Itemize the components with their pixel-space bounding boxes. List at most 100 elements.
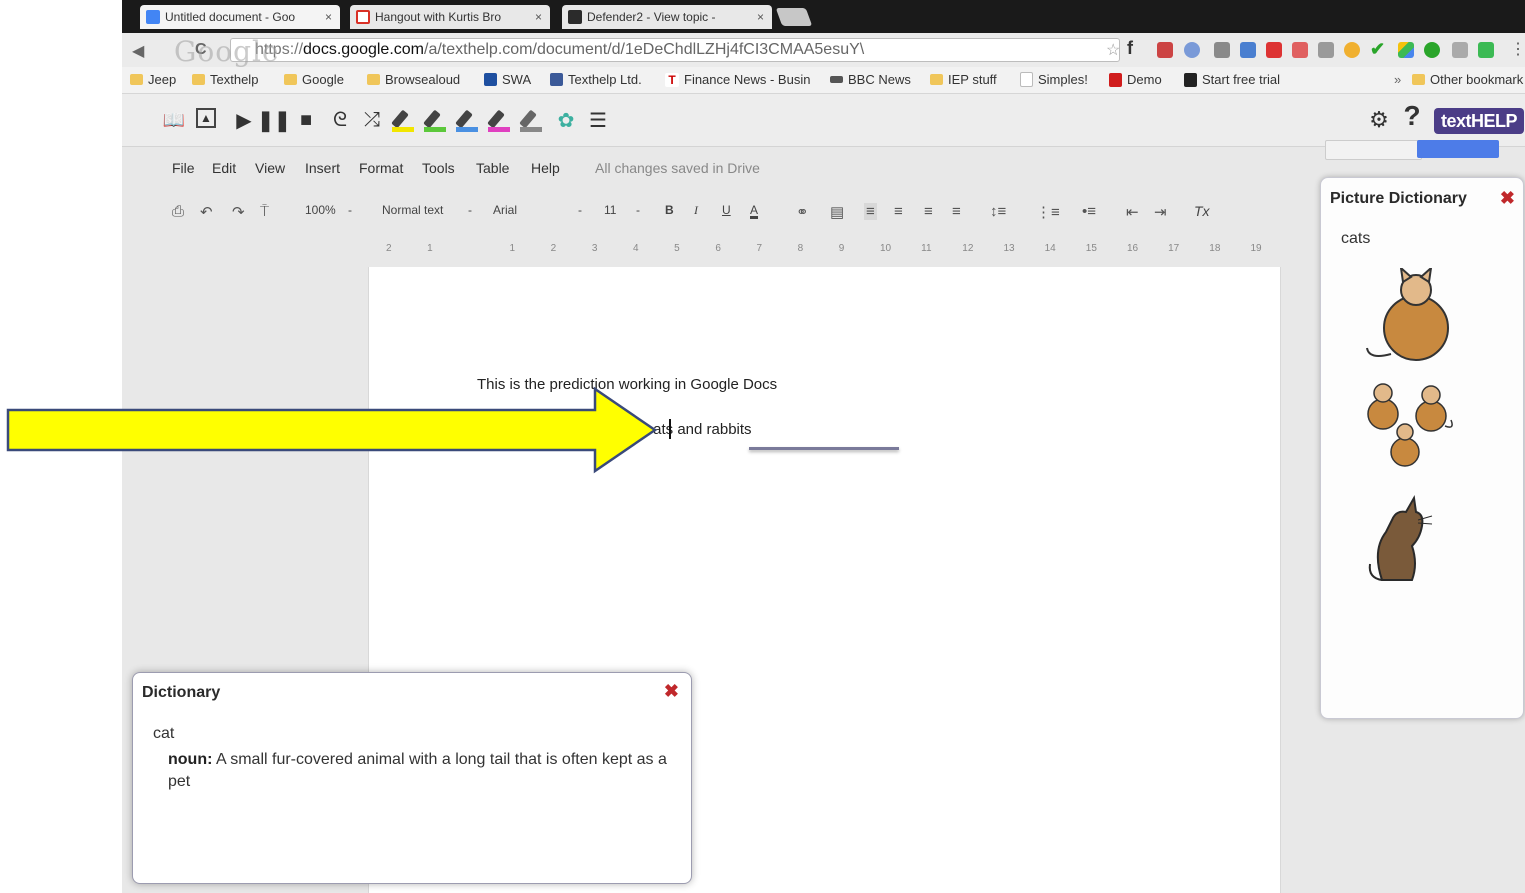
- menu-file[interactable]: File: [172, 160, 195, 176]
- menu-table[interactable]: Table: [476, 160, 509, 176]
- bookmark-demo[interactable]: Demo: [1109, 72, 1162, 87]
- single-cat-picture[interactable]: [1361, 268, 1471, 363]
- ruler[interactable]: 2 1 1 2 3 4 5 6 7 8 9 10 11 12 13 14 15 16 17 18 19: [368, 238, 1280, 260]
- highlighter-blue-icon[interactable]: [455, 108, 480, 132]
- tab-hangout[interactable]: Hangout with Kurtis Bro ×: [350, 5, 550, 29]
- extension-icon[interactable]: [1157, 42, 1173, 58]
- font-size-select[interactable]: 11: [604, 203, 616, 217]
- redo-icon[interactable]: ↷: [232, 203, 245, 221]
- translate-icon[interactable]: ⤮: [360, 108, 384, 132]
- bookmark-browsealoud[interactable]: Browsealoud: [367, 72, 460, 87]
- print-icon[interactable]: ⎙: [172, 203, 184, 220]
- back-icon[interactable]: ◀: [132, 41, 144, 61]
- comments-button[interactable]: [1325, 140, 1422, 160]
- bookmark-texthelp-ltd[interactable]: Texthelp Ltd.: [550, 72, 642, 87]
- extension-icon[interactable]: [1452, 42, 1468, 58]
- reload-icon[interactable]: C: [195, 41, 207, 59]
- list-icon[interactable]: ☰: [586, 108, 610, 132]
- extension-icon[interactable]: [1240, 42, 1256, 58]
- bookmark-iep-stuff[interactable]: IEP stuff: [930, 72, 997, 87]
- gmail-ext-icon[interactable]: [1266, 42, 1282, 58]
- share-button[interactable]: [1417, 140, 1499, 158]
- menu-edit[interactable]: Edit: [212, 160, 236, 176]
- comment-icon[interactable]: ▤: [830, 203, 844, 221]
- star-icon[interactable]: ☆: [1106, 40, 1120, 60]
- paint-format-icon[interactable]: ⍑: [260, 203, 269, 220]
- bookmark-start-free-trial[interactable]: Start free trial: [1184, 72, 1280, 87]
- tab-close-icon[interactable]: ×: [535, 10, 542, 24]
- align-center-icon[interactable]: ≡: [894, 203, 903, 220]
- help-icon[interactable]: ?: [1400, 100, 1424, 131]
- menu-view[interactable]: View: [255, 160, 285, 176]
- menu-icon[interactable]: ⋮: [1510, 39, 1525, 59]
- text-color-button[interactable]: A: [750, 203, 758, 217]
- link-icon[interactable]: ⚭: [796, 203, 809, 221]
- zoom-dropdown-icon[interactable]: -: [348, 203, 352, 217]
- gplus-ext-icon[interactable]: [1292, 42, 1308, 58]
- bookmark-finance-news[interactable]: T Finance News - Busin: [665, 72, 810, 87]
- tab-close-icon[interactable]: ×: [757, 10, 764, 24]
- bookmarks-overflow-button[interactable]: »: [1394, 72, 1401, 87]
- stop-icon[interactable]: ■: [294, 108, 318, 132]
- font-select[interactable]: Arial: [493, 203, 517, 217]
- increase-indent-icon[interactable]: ⇥: [1154, 203, 1167, 221]
- dictionary-icon[interactable]: 📖: [162, 108, 186, 132]
- font-size-dropdown-icon[interactable]: -: [636, 203, 640, 217]
- highlighter-pink-icon[interactable]: [487, 108, 512, 132]
- bookmark-google[interactable]: Google: [284, 72, 344, 87]
- pause-icon[interactable]: ❚❚: [257, 108, 291, 132]
- bookmark-bbc-news[interactable]: BBC News: [830, 72, 911, 87]
- facebook-ext-icon[interactable]: f: [1127, 38, 1133, 59]
- gear-icon[interactable]: ⚙: [1367, 107, 1391, 132]
- tab-close-icon[interactable]: ×: [325, 10, 332, 24]
- font-dropdown-icon[interactable]: -: [578, 203, 582, 217]
- drive-ext-icon[interactable]: [1398, 42, 1414, 58]
- collect-highlights-icon[interactable]: ✿: [554, 108, 578, 132]
- menu-tools[interactable]: Tools: [422, 160, 455, 176]
- bookmark-simples[interactable]: Simples!: [1020, 72, 1088, 87]
- numbered-list-icon[interactable]: ⋮≡: [1036, 203, 1060, 221]
- style-dropdown-icon[interactable]: -: [468, 203, 472, 217]
- menu-help[interactable]: Help: [531, 160, 560, 176]
- line-spacing-icon[interactable]: ↕≡: [990, 203, 1006, 220]
- tab-docs[interactable]: Untitled document - Goo ×: [140, 5, 340, 29]
- multiple-cats-picture[interactable]: [1359, 378, 1459, 470]
- underline-button[interactable]: U: [722, 203, 731, 217]
- url-input[interactable]: https://docs.google.com/a/texthelp.com/d…: [230, 38, 1120, 62]
- align-justify-icon[interactable]: ≡: [952, 203, 961, 220]
- bookmark-other[interactable]: Other bookmark: [1412, 72, 1523, 87]
- eraser-icon[interactable]: [519, 108, 544, 132]
- extension-icon[interactable]: [1424, 42, 1440, 58]
- decrease-indent-icon[interactable]: ⇤: [1126, 203, 1139, 221]
- extension-icon[interactable]: [1344, 42, 1360, 58]
- extension-icon[interactable]: [1184, 42, 1200, 58]
- bold-button[interactable]: B: [665, 203, 674, 217]
- italic-button[interactable]: I: [694, 203, 698, 218]
- bulleted-list-icon[interactable]: •≡: [1082, 203, 1096, 220]
- highlighter-yellow-icon[interactable]: [391, 108, 416, 132]
- menu-format[interactable]: Format: [359, 160, 403, 176]
- close-icon[interactable]: ✖: [1500, 188, 1515, 209]
- extension-icon[interactable]: [1214, 42, 1230, 58]
- tab-defender[interactable]: Defender2 - View topic - ×: [562, 5, 772, 29]
- bookmark-jeep[interactable]: Jeep: [130, 72, 176, 87]
- align-right-icon[interactable]: ≡: [924, 203, 933, 220]
- zoom-select[interactable]: 100%: [305, 203, 336, 217]
- extension-icon[interactable]: [1478, 42, 1494, 58]
- speech-icon[interactable]: ᘓ: [328, 108, 352, 132]
- highlighter-green-icon[interactable]: [423, 108, 448, 132]
- new-tab-button[interactable]: [775, 8, 813, 26]
- clear-formatting-icon[interactable]: Tx: [1194, 203, 1210, 219]
- sitting-cat-picture[interactable]: [1366, 490, 1436, 582]
- bookmark-texthelp[interactable]: Texthelp: [192, 72, 258, 87]
- style-select[interactable]: Normal text: [382, 203, 443, 217]
- bookmark-swa[interactable]: SWA: [484, 72, 531, 87]
- close-icon[interactable]: ✖: [664, 681, 679, 702]
- undo-icon[interactable]: ↶: [200, 203, 213, 221]
- menu-insert[interactable]: Insert: [305, 160, 340, 176]
- align-left-icon[interactable]: ≡: [864, 203, 877, 220]
- print-ext-icon[interactable]: [1318, 42, 1334, 58]
- picture-dictionary-icon[interactable]: ▲: [196, 108, 216, 128]
- check-ext-icon[interactable]: ✔: [1370, 39, 1385, 60]
- play-icon[interactable]: ▶: [232, 108, 256, 132]
